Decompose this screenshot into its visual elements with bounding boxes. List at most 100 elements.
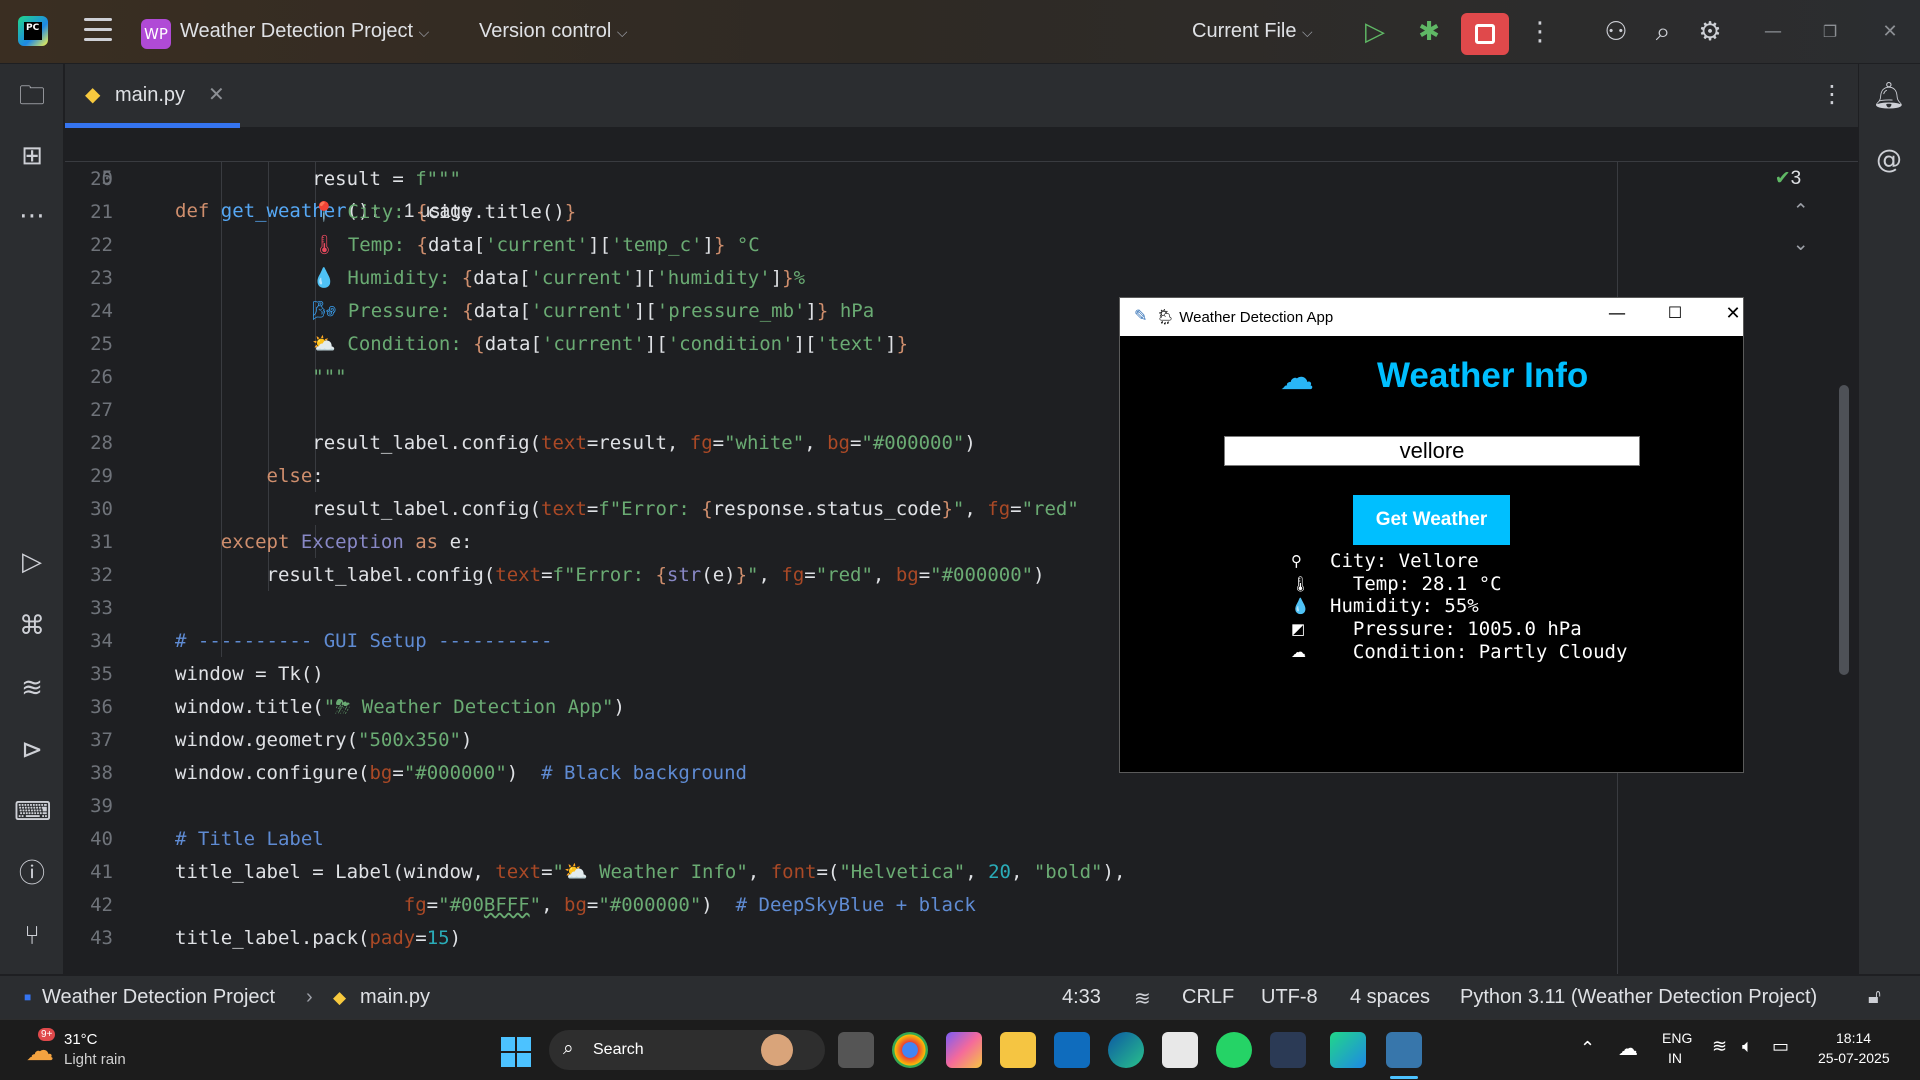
active-tab-indicator [65, 123, 240, 128]
clock-time[interactable]: 18:14 [1836, 1030, 1871, 1046]
show-hidden-icons-chevron-icon[interactable]: ⌃ [1580, 1038, 1595, 1059]
run-config-dropdown[interactable]: Current File ⌵ [1192, 20, 1313, 43]
notifications-bell-icon[interactable]: 🔔︎ [1871, 78, 1907, 114]
tab-label: main.py [115, 84, 186, 106]
structure-icon[interactable]: ⊞ [14, 138, 50, 174]
edge-icon[interactable] [1108, 1032, 1144, 1068]
taskbar-search[interactable]: ⌕ Search [549, 1030, 825, 1070]
python-interpreter[interactable]: Python 3.11 (Weather Detection Project) [1460, 986, 1817, 1009]
line-number: 42 [90, 894, 113, 916]
clock-date[interactable]: 25-07-2025 [1818, 1050, 1890, 1066]
line-number: 36 [90, 696, 113, 718]
chrome-icon[interactable] [892, 1032, 928, 1068]
version-control-dropdown[interactable]: Version control ⌵ [479, 20, 627, 43]
search-icon[interactable]: ⌕ [1645, 14, 1681, 50]
gauge-icon: ◩ [1291, 620, 1306, 638]
ai-assistant-icon[interactable]: @ [1871, 142, 1907, 178]
project-square-icon: ■ [24, 990, 32, 1004]
close-tab-icon[interactable]: ✕ [208, 82, 225, 106]
app-maximize-icon[interactable]: ☐ [1655, 303, 1695, 331]
breadcrumb-file[interactable]: main.py [360, 986, 430, 1009]
pycharm-taskbar-icon[interactable] [1330, 1032, 1366, 1068]
city-input[interactable] [1224, 436, 1640, 466]
line-endings[interactable]: CRLF [1182, 986, 1234, 1009]
git-branch-icon[interactable]: ⑂ [14, 918, 50, 954]
line-number: 27 [90, 399, 113, 421]
file-explorer-icon[interactable] [1000, 1032, 1036, 1068]
search-label: Search [593, 1041, 644, 1058]
version-control-label: Version control [479, 20, 612, 42]
search-highlight-icon [761, 1034, 793, 1066]
line-number: 30 [90, 498, 113, 520]
weather-widget[interactable]: ☁ 9+ 31°C Light rain [24, 1028, 144, 1072]
language-label[interactable]: ENG [1662, 1030, 1692, 1046]
run-tool-icon[interactable]: ▷ [14, 544, 50, 580]
python-packages-icon[interactable]: ≋ [14, 670, 50, 706]
file-encoding[interactable]: UTF-8 [1261, 986, 1318, 1009]
project-badge[interactable]: WP [141, 19, 171, 49]
chevron-down-icon: ⌵ [1302, 24, 1313, 40]
volume-icon[interactable]: 🔈︎ [1742, 1036, 1753, 1057]
terminal-icon[interactable]: ⌨ [14, 794, 52, 830]
tab-options-icon[interactable]: ⋮ [1820, 80, 1844, 108]
more-tools-icon[interactable]: ⋯ [14, 198, 50, 234]
status-bar: ■ Weather Detection Project › ◆ main.py … [0, 975, 1920, 1019]
python-taskbar-icon[interactable] [1386, 1032, 1422, 1068]
breadcrumb-project[interactable]: Weather Detection Project [42, 986, 275, 1009]
indent-setting[interactable]: 4 spaces [1350, 986, 1430, 1009]
caret-position[interactable]: 4:33 [1062, 986, 1101, 1009]
sticky-function-header[interactable]: 5 def get_weather(): 1 usage ✔3 ⌃ ⌄ [65, 129, 1858, 255]
onedrive-cloud-icon[interactable]: ☁ [1618, 1036, 1638, 1061]
task-view-icon[interactable] [838, 1032, 874, 1068]
line-number: 24 [90, 300, 113, 322]
restore-icon[interactable]: ❐ [1812, 14, 1848, 50]
app-close-icon[interactable]: ✕ [1713, 303, 1753, 331]
app-window-title: 🌦 Weather Detection App [1156, 309, 1334, 326]
problems-icon[interactable]: ⓘ [14, 856, 50, 892]
code-line-22: 22 🌡 Temp: {data['current']['temp_c']} °… [65, 229, 1858, 262]
minimize-icon[interactable]: — [1755, 14, 1791, 50]
notepad-icon[interactable] [1162, 1032, 1198, 1068]
services-icon[interactable]: ⊳ [14, 732, 50, 768]
windows-start-icon[interactable] [501, 1037, 531, 1067]
add-user-icon[interactable]: ⚇ [1598, 14, 1634, 50]
cloud-sun-icon: ☁ [1280, 358, 1314, 398]
main-menu-icon[interactable] [84, 18, 112, 42]
mysql-workbench-icon[interactable] [1270, 1032, 1306, 1068]
droplet-icon: 💧 [1291, 597, 1310, 615]
breadcrumb-separator-icon: › [306, 986, 313, 1008]
python-console-icon[interactable]: ⌘ [14, 608, 50, 644]
outlook-icon[interactable] [1054, 1032, 1090, 1068]
line-number: 25 [90, 333, 113, 355]
line-number: 35 [90, 663, 113, 685]
close-icon[interactable]: ✕ [1872, 14, 1908, 50]
no-inspection-icon[interactable]: ≋ [1134, 986, 1151, 1011]
app-minimize-icon[interactable]: — [1597, 303, 1637, 331]
result-city: City: Vellore [1330, 550, 1479, 572]
project-name: Weather Detection Project [180, 20, 414, 42]
code-line-21: 21 📍 City: {city.title()} [65, 196, 1858, 229]
app-title-bar[interactable]: ✎ 🌦 Weather Detection App — ☐ ✕ [1120, 298, 1743, 336]
python-file-icon: ◆ [85, 82, 101, 106]
tab-main-py[interactable]: ◆ main.py ✕ [65, 64, 240, 128]
right-tool-window-bar: 🔔︎ @ [1858, 64, 1920, 974]
copilot-icon[interactable] [946, 1032, 982, 1068]
get-weather-button[interactable]: Get Weather [1353, 495, 1510, 545]
run-icon[interactable]: ▷ [1357, 14, 1393, 50]
pycharm-logo-icon[interactable]: PC [18, 16, 48, 46]
battery-icon[interactable]: ▭ [1772, 1036, 1789, 1057]
line-number: 32 [90, 564, 113, 586]
project-folder-icon[interactable]: 🗀 [14, 78, 50, 114]
wifi-icon[interactable]: ≋ [1712, 1036, 1727, 1057]
whatsapp-icon[interactable] [1216, 1032, 1252, 1068]
region-label[interactable]: IN [1668, 1050, 1682, 1066]
result-temp: Temp: 28.1 °C [1330, 573, 1502, 595]
lock-icon[interactable]: 🔓︎ [1868, 986, 1881, 1009]
project-name-dropdown[interactable]: Weather Detection Project ⌵ [180, 20, 429, 43]
more-actions-icon[interactable]: ⋮ [1522, 14, 1558, 50]
stop-button[interactable] [1461, 13, 1509, 55]
result-humidity: Humidity: 55% [1330, 595, 1479, 617]
settings-gear-icon[interactable]: ⚙ [1692, 14, 1728, 50]
debug-icon[interactable]: ✱ [1411, 14, 1447, 50]
code-line-41: 41 title_label = Label(window, text="⛅ We… [65, 856, 1858, 889]
